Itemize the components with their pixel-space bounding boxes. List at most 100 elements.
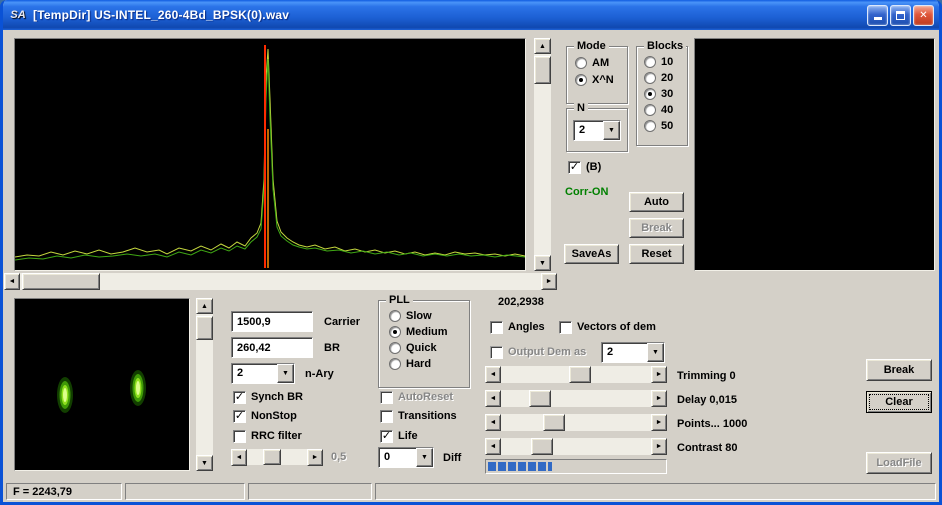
radio-blocks-40[interactable]: 40 <box>644 103 673 117</box>
scroll-thumb[interactable] <box>534 56 551 84</box>
saveas-button[interactable]: SaveAs <box>564 244 619 264</box>
scroll-thumb[interactable] <box>263 449 281 465</box>
checkbox-unchecked-icon <box>380 390 393 404</box>
scroll-right-icon[interactable]: ► <box>541 273 557 290</box>
scroll-thumb[interactable] <box>543 414 565 431</box>
br-input[interactable] <box>231 337 313 358</box>
radio-pll-slow[interactable]: Slow <box>389 309 432 323</box>
scroll-right-icon[interactable]: ► <box>651 366 667 383</box>
radio-pll-hard[interactable]: Hard <box>389 357 431 371</box>
rolloff-slider[interactable]: ◄ ► <box>231 449 323 466</box>
radio-am[interactable]: AM <box>575 56 609 70</box>
break-button[interactable]: Break <box>866 359 932 381</box>
angles-checkbox[interactable]: Angles <box>490 320 545 334</box>
scroll-left-icon[interactable]: ◄ <box>485 438 501 455</box>
scroll-track[interactable] <box>20 273 541 290</box>
scroll-left-icon[interactable]: ◄ <box>485 390 501 407</box>
scroll-track[interactable] <box>501 366 651 383</box>
synch-br-checkbox[interactable]: ✓ Synch BR <box>233 390 303 404</box>
scroll-up-icon[interactable]: ▲ <box>196 298 213 314</box>
mode-group-label: Mode <box>574 40 609 52</box>
checkbox-label: NonStop <box>251 410 297 422</box>
scroll-thumb[interactable] <box>196 316 213 340</box>
radio-label: Medium <box>406 326 448 338</box>
scroll-track[interactable] <box>501 414 651 431</box>
scroll-right-icon[interactable]: ► <box>307 449 323 466</box>
scroll-track[interactable] <box>196 314 213 455</box>
chevron-down-icon[interactable]: ▼ <box>277 364 294 383</box>
pll-group-label: PLL <box>386 294 413 306</box>
scroll-track[interactable] <box>501 390 651 407</box>
scroll-up-icon[interactable]: ▲ <box>534 38 551 54</box>
nary-combo[interactable]: 2 ▼ <box>231 363 295 384</box>
scroll-thumb[interactable] <box>569 366 591 383</box>
diff-combo[interactable]: 0 ▼ <box>378 447 434 468</box>
blocks-group-label: Blocks <box>644 40 687 52</box>
scroll-track[interactable] <box>501 438 651 455</box>
checkbox-label: Vectors of dem <box>577 321 656 333</box>
checkbox-checked-icon: ✓ <box>380 429 393 443</box>
scroll-down-icon[interactable]: ▼ <box>196 455 213 471</box>
radio-xn[interactable]: X^N <box>575 73 614 87</box>
transitions-checkbox[interactable]: Transitions <box>380 409 457 423</box>
checkbox-unchecked-icon <box>380 409 393 423</box>
b-checkbox[interactable]: ✓ (B) <box>568 160 601 174</box>
maximize-button[interactable] <box>890 4 911 26</box>
scroll-left-icon[interactable]: ◄ <box>4 273 20 290</box>
scroll-right-icon[interactable]: ► <box>651 438 667 455</box>
points-slider[interactable]: ◄ ► <box>485 414 667 431</box>
radio-blocks-10[interactable]: 10 <box>644 55 673 69</box>
radio-label: Quick <box>406 342 437 354</box>
scroll-thumb[interactable] <box>22 273 100 290</box>
scroll-left-icon[interactable]: ◄ <box>485 366 501 383</box>
constellation-vscrollbar[interactable]: ▲ ▼ <box>196 298 213 471</box>
points-label: Points... 1000 <box>677 418 748 430</box>
n-combo[interactable]: 2 ▼ <box>573 120 621 141</box>
spectrum-plot <box>14 45 526 268</box>
radio-blocks-30[interactable]: 30 <box>644 87 673 101</box>
clear-button[interactable]: Clear <box>866 391 932 413</box>
secondary-display[interactable] <box>694 38 935 271</box>
radio-pll-quick[interactable]: Quick <box>389 341 437 355</box>
radio-icon <box>389 310 401 322</box>
radio-pll-medium[interactable]: Medium <box>389 325 448 339</box>
checkbox-label: Transitions <box>398 410 457 422</box>
chevron-down-icon[interactable]: ▼ <box>416 448 433 467</box>
spectrum-hscrollbar[interactable]: ◄ ► <box>4 273 557 290</box>
scroll-track[interactable] <box>534 54 551 255</box>
trimming-slider[interactable]: ◄ ► <box>485 366 667 383</box>
chevron-down-icon[interactable]: ▼ <box>647 343 664 362</box>
close-button[interactable]: ✕ <box>913 4 934 26</box>
delay-slider[interactable]: ◄ ► <box>485 390 667 407</box>
rrc-filter-checkbox[interactable]: RRC filter <box>233 429 302 443</box>
checkbox-label: Angles <box>508 321 545 333</box>
spectrum-display[interactable] <box>14 38 526 271</box>
carrier-input[interactable] <box>231 311 313 332</box>
titlebar[interactable]: SA [TempDir] US-INTEL_260-4Bd_BPSK(0).wa… <box>3 0 939 30</box>
radio-icon <box>389 342 401 354</box>
scroll-right-icon[interactable]: ► <box>651 414 667 431</box>
reset-button[interactable]: Reset <box>629 244 684 264</box>
radio-blocks-20[interactable]: 20 <box>644 71 673 85</box>
output-dem-as-checkbox: Output Dem as <box>490 345 586 359</box>
scroll-thumb[interactable] <box>529 390 551 407</box>
output-dem-combo[interactable]: 2 ▼ <box>601 342 665 363</box>
life-checkbox[interactable]: ✓ Life <box>380 429 418 443</box>
rolloff-value: 0,5 <box>331 451 347 463</box>
scroll-thumb[interactable] <box>531 438 553 455</box>
contrast-slider[interactable]: ◄ ► <box>485 438 667 455</box>
radio-blocks-50[interactable]: 50 <box>644 119 673 133</box>
scroll-track[interactable] <box>247 449 307 465</box>
chevron-down-icon[interactable]: ▼ <box>603 121 620 140</box>
radio-icon <box>644 104 656 116</box>
vectors-of-dem-checkbox[interactable]: Vectors of dem <box>559 320 656 334</box>
auto-button[interactable]: Auto <box>629 192 684 212</box>
scroll-right-icon[interactable]: ► <box>651 390 667 407</box>
scroll-left-icon[interactable]: ◄ <box>485 414 501 431</box>
scroll-down-icon[interactable]: ▼ <box>534 255 551 271</box>
constellation-display[interactable] <box>14 298 190 471</box>
nonstop-checkbox[interactable]: ✓ NonStop <box>233 409 297 423</box>
minimize-button[interactable] <box>867 4 888 26</box>
scroll-left-icon[interactable]: ◄ <box>231 449 247 466</box>
spectrum-vscrollbar[interactable]: ▲ ▼ <box>534 38 551 271</box>
